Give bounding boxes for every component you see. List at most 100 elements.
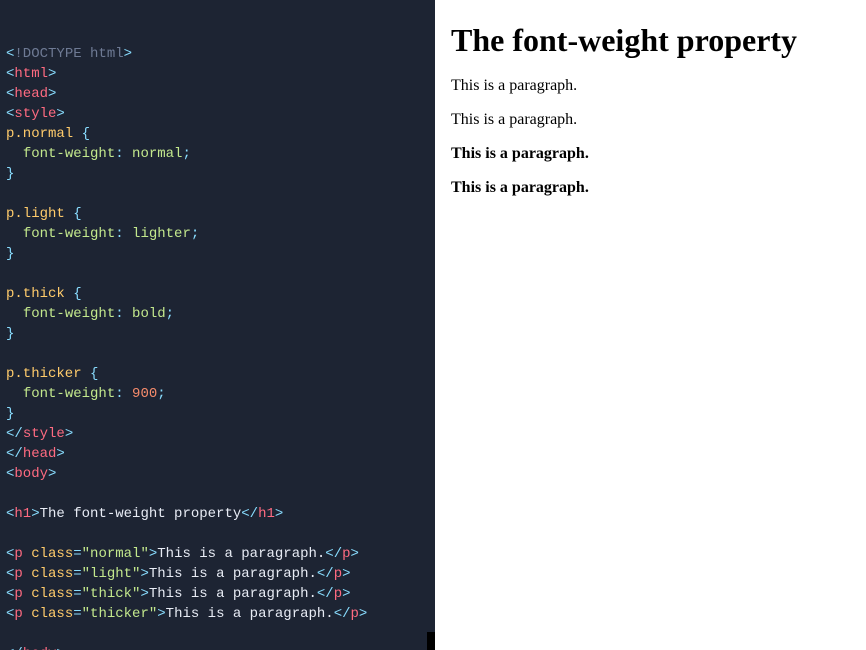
- code-token: >: [56, 446, 64, 462]
- code-line[interactable]: [6, 344, 429, 364]
- code-token: {: [90, 366, 98, 382]
- code-token: >: [359, 606, 367, 622]
- preview-paragraph: This is a paragraph.: [451, 179, 850, 197]
- code-token: "thicker": [82, 606, 158, 622]
- code-line[interactable]: <body>: [6, 464, 429, 484]
- code-token: }: [6, 246, 14, 262]
- code-token: 900: [132, 386, 157, 402]
- code-token: h1: [258, 506, 275, 522]
- code-token: [6, 386, 23, 402]
- code-line[interactable]: <p class="light">This is a paragraph.</p…: [6, 564, 429, 584]
- code-line[interactable]: </body>: [6, 644, 429, 650]
- code-line[interactable]: <p class="normal">This is a paragraph.</…: [6, 544, 429, 564]
- code-token: >: [56, 106, 64, 122]
- code-line[interactable]: }: [6, 404, 429, 424]
- code-token: [23, 566, 31, 582]
- code-line[interactable]: p.thicker {: [6, 364, 429, 384]
- code-token: [6, 146, 23, 162]
- code-line[interactable]: }: [6, 244, 429, 264]
- code-line[interactable]: p.normal {: [6, 124, 429, 144]
- code-token: bold: [132, 306, 166, 322]
- code-token: >: [48, 86, 56, 102]
- code-token: p.thicker: [6, 366, 82, 382]
- code-token: p: [334, 586, 342, 602]
- code-line[interactable]: <p class="thicker">This is a paragraph.<…: [6, 604, 429, 624]
- code-line[interactable]: [6, 624, 429, 644]
- code-content[interactable]: <!DOCTYPE html><html><head><style>p.norm…: [6, 44, 429, 650]
- code-line[interactable]: <p class="thick">This is a paragraph.</p…: [6, 584, 429, 604]
- code-token: [65, 286, 73, 302]
- code-token: >: [124, 46, 132, 62]
- code-editor[interactable]: <!DOCTYPE html><html><head><style>p.norm…: [0, 0, 435, 650]
- code-line[interactable]: <head>: [6, 84, 429, 104]
- code-token: head: [14, 86, 48, 102]
- code-line[interactable]: p.thick {: [6, 284, 429, 304]
- code-token: >: [342, 586, 350, 602]
- code-token: [65, 206, 73, 222]
- code-token: p: [351, 606, 359, 622]
- code-token: >: [157, 606, 165, 622]
- code-token: </: [325, 546, 342, 562]
- code-token: [6, 226, 23, 242]
- code-token: class: [31, 546, 73, 562]
- code-token: }: [6, 326, 14, 342]
- code-line[interactable]: p.light {: [6, 204, 429, 224]
- code-token: :: [115, 386, 132, 402]
- code-line[interactable]: font-weight: bold;: [6, 304, 429, 324]
- code-line[interactable]: font-weight: lighter;: [6, 224, 429, 244]
- code-token: ;: [182, 146, 190, 162]
- code-token: {: [73, 286, 81, 302]
- code-line[interactable]: </style>: [6, 424, 429, 444]
- code-line[interactable]: [6, 524, 429, 544]
- code-token: p: [14, 566, 22, 582]
- code-token: [73, 126, 81, 142]
- code-token: style: [14, 106, 56, 122]
- code-token: font-weight: [23, 386, 115, 402]
- code-token: normal: [132, 146, 182, 162]
- code-token: font-weight: [23, 306, 115, 322]
- code-token: >: [48, 466, 56, 482]
- code-line[interactable]: font-weight: 900;: [6, 384, 429, 404]
- code-token: head: [23, 446, 57, 462]
- code-token: html: [14, 66, 48, 82]
- code-token: =: [73, 606, 81, 622]
- code-token: =: [73, 566, 81, 582]
- code-line[interactable]: [6, 184, 429, 204]
- code-line[interactable]: <html>: [6, 64, 429, 84]
- code-line[interactable]: </head>: [6, 444, 429, 464]
- preview-heading: The font-weight property: [451, 22, 850, 59]
- code-token: p.light: [6, 206, 65, 222]
- code-token: }: [6, 166, 14, 182]
- code-token: This is a paragraph.: [149, 586, 317, 602]
- code-token: >: [275, 506, 283, 522]
- code-token: This is a paragraph.: [157, 546, 325, 562]
- code-token: </: [6, 446, 23, 462]
- code-token: >: [56, 646, 64, 650]
- code-token: </: [317, 586, 334, 602]
- code-line[interactable]: }: [6, 324, 429, 344]
- code-token: {: [82, 126, 90, 142]
- code-token: </: [317, 566, 334, 582]
- code-token: >: [140, 586, 148, 602]
- code-line[interactable]: }: [6, 164, 429, 184]
- code-token: p: [14, 546, 22, 562]
- code-token: =: [73, 586, 81, 602]
- code-token: :: [115, 146, 132, 162]
- code-line[interactable]: font-weight: normal;: [6, 144, 429, 164]
- code-line[interactable]: <!DOCTYPE html>: [6, 44, 429, 64]
- code-line[interactable]: [6, 264, 429, 284]
- code-line[interactable]: <h1>The font-weight property</h1>: [6, 504, 429, 524]
- code-token: >: [65, 426, 73, 442]
- code-token: </: [6, 426, 23, 442]
- code-token: ;: [191, 226, 199, 242]
- code-token: style: [23, 426, 65, 442]
- code-token: {: [73, 206, 81, 222]
- code-token: p.thick: [6, 286, 65, 302]
- code-line[interactable]: [6, 484, 429, 504]
- scrollbar-thumb[interactable]: [427, 632, 435, 650]
- code-token: =: [73, 546, 81, 562]
- code-token: class: [31, 586, 73, 602]
- code-token: class: [31, 566, 73, 582]
- code-token: [82, 366, 90, 382]
- code-line[interactable]: <style>: [6, 104, 429, 124]
